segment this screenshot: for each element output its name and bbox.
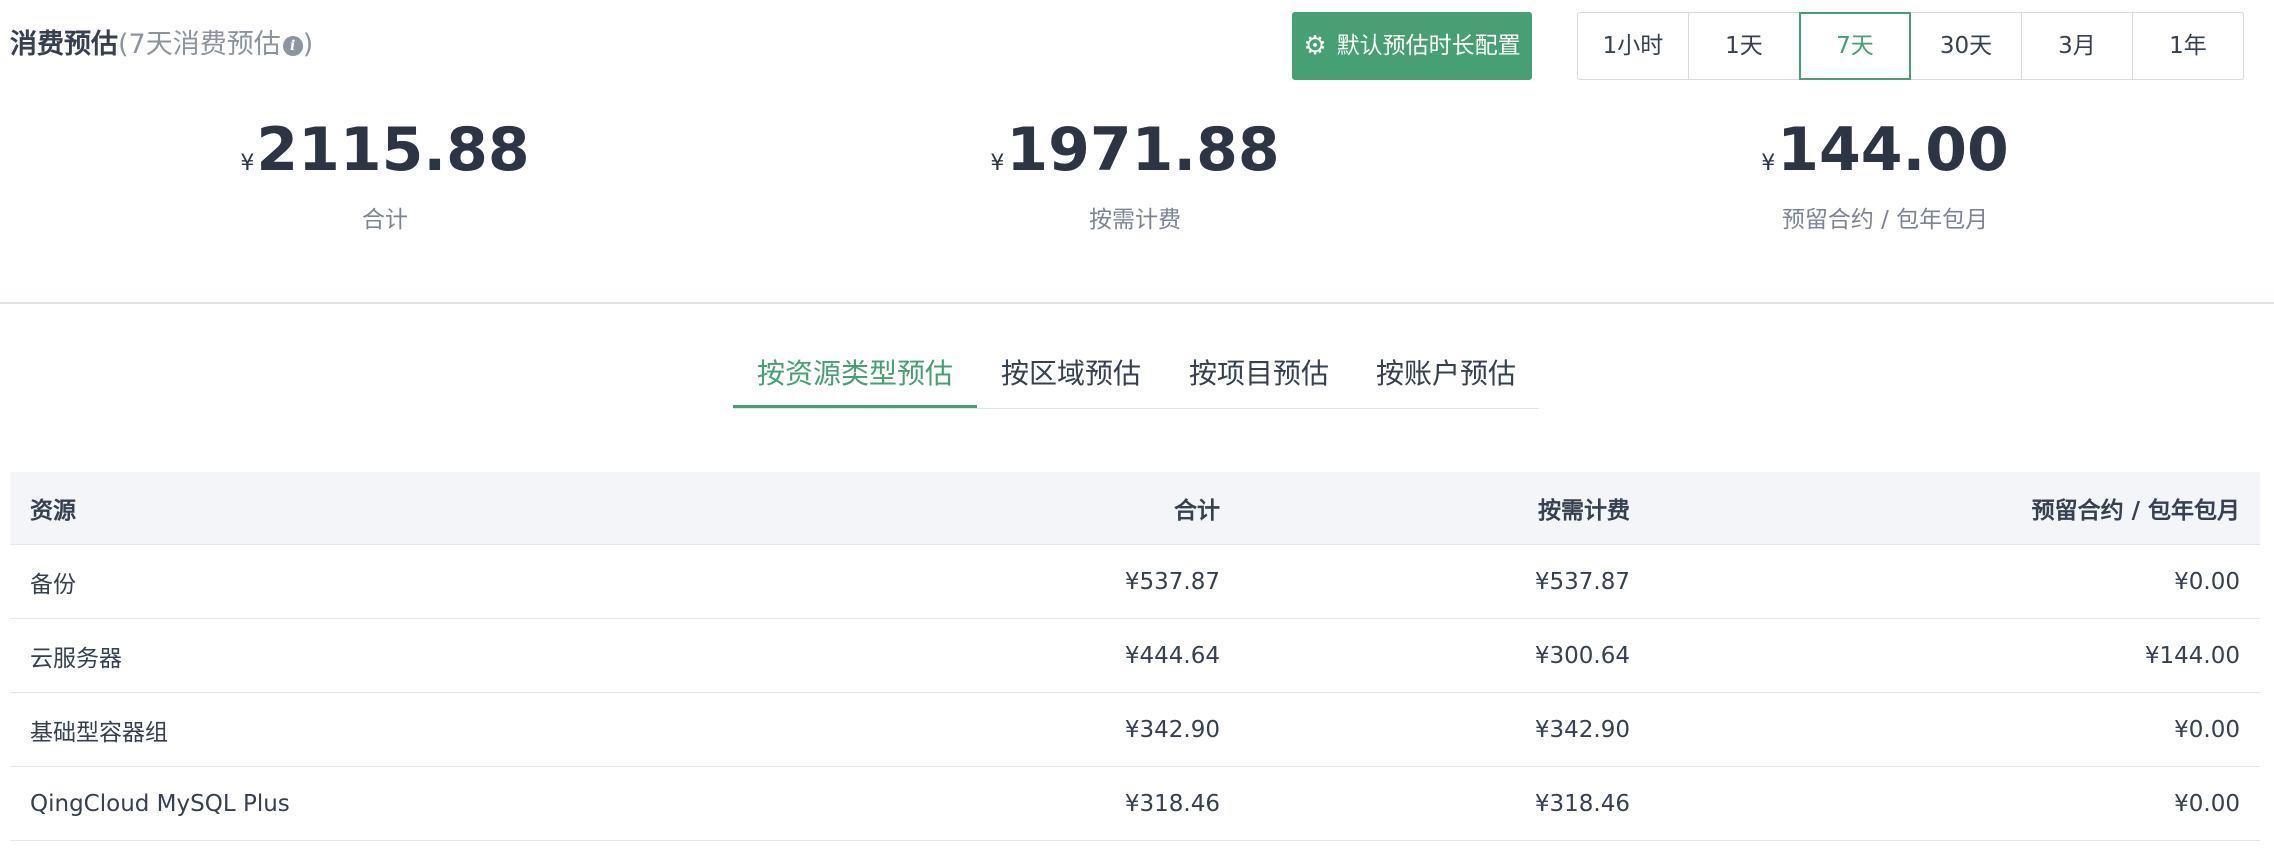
cell-resource: 云服务器 [10, 618, 830, 693]
cell-resource: 备份 [10, 544, 830, 619]
cell-reserved: ¥0.00 [1650, 766, 2260, 841]
on-demand-stat: ¥1971.88 按需计费 [885, 110, 1385, 236]
cell-on-demand: ¥300.64 [1240, 618, 1650, 693]
subtitle-close: ) [302, 29, 314, 60]
resource-cost-table: 资源 合计 按需计费 预留合约 / 包年包月 备份 ¥537.87 ¥537.8… [10, 472, 2260, 841]
tab-by-account[interactable]: 按账户预估 [1353, 352, 1539, 408]
cell-on-demand: ¥318.46 [1240, 766, 1650, 841]
reserved-label: 预留合约 / 包年包月 [1781, 207, 1989, 233]
currency-symbol: ¥ [1761, 151, 1776, 176]
cell-on-demand: ¥537.87 [1240, 544, 1650, 619]
table-header-row: 资源 合计 按需计费 预留合约 / 包年包月 [10, 472, 2260, 545]
total-amount: ¥2115.88 [135, 110, 635, 204]
cell-total: ¥444.64 [830, 618, 1240, 693]
reserved-amount-value: 144.00 [1777, 115, 2009, 185]
range-button-1-day[interactable]: 1天 [1688, 12, 1800, 80]
consumption-estimate-page: 消费预估(7天消费预估 i) ⚙ 默认预估时长配置 1小时 1天 7天 30天 3月… [0, 0, 2274, 850]
cell-total: ¥342.90 [830, 692, 1240, 767]
tab-by-project[interactable]: 按项目预估 [1165, 352, 1353, 408]
gear-icon: ⚙ [1303, 31, 1327, 61]
cell-total: ¥537.87 [830, 544, 1240, 619]
table-row[interactable]: 基础型容器组 ¥342.90 ¥342.90 ¥0.00 [10, 692, 2260, 767]
cell-resource: QingCloud MySQL Plus [10, 766, 830, 841]
info-icon[interactable]: i [282, 36, 303, 56]
range-button-1-hour[interactable]: 1小时 [1577, 12, 1689, 80]
estimate-tabs: 按资源类型预估 按区域预估 按项目预估 按账户预估 [733, 352, 1539, 409]
tab-by-resource-type[interactable]: 按资源类型预估 [733, 352, 977, 408]
cost-summary: ¥2115.88 合计 ¥1971.88 按需计费 ¥144.00 预留合约 /… [0, 110, 2274, 233]
on-demand-amount-value: 1971.88 [1006, 115, 1280, 185]
time-range-selector: 1小时 1天 7天 30天 3月 1年 [1577, 12, 2244, 80]
currency-symbol: ¥ [990, 151, 1005, 176]
page-title: 消费预估(7天消费预估 i) [10, 27, 313, 63]
currency-symbol: ¥ [240, 151, 255, 176]
cell-on-demand: ¥342.90 [1240, 692, 1650, 767]
cell-reserved: ¥0.00 [1650, 544, 2260, 619]
tab-by-region[interactable]: 按区域预估 [977, 352, 1165, 408]
cell-reserved: ¥144.00 [1650, 618, 2260, 693]
subtitle-text: (7天消费预估 [118, 29, 281, 60]
on-demand-label: 按需计费 [1089, 207, 1181, 233]
section-divider [0, 302, 2274, 304]
total-stat: ¥2115.88 合计 [135, 110, 635, 236]
total-label: 合计 [362, 207, 408, 233]
table-row[interactable]: 云服务器 ¥444.64 ¥300.64 ¥144.00 [10, 618, 2260, 693]
range-button-7-days[interactable]: 7天 [1799, 12, 1911, 80]
config-button-label: 默认预估时长配置 [1336, 33, 1521, 59]
total-amount-value: 2115.88 [256, 115, 530, 185]
column-header-on-demand[interactable]: 按需计费 [1240, 472, 1650, 545]
cell-total: ¥318.46 [830, 766, 1240, 841]
reserved-stat: ¥144.00 预留合约 / 包年包月 [1635, 110, 2135, 236]
on-demand-amount: ¥1971.88 [885, 110, 1385, 204]
reserved-amount: ¥144.00 [1635, 110, 2135, 204]
range-button-3-months[interactable]: 3月 [2021, 12, 2133, 80]
column-header-resource[interactable]: 资源 [10, 472, 830, 545]
cell-resource: 基础型容器组 [10, 692, 830, 767]
table-row[interactable]: 备份 ¥537.87 ¥537.87 ¥0.00 [10, 544, 2260, 619]
range-button-30-days[interactable]: 30天 [1910, 12, 2022, 80]
table-row[interactable]: QingCloud MySQL Plus ¥318.46 ¥318.46 ¥0.… [10, 766, 2260, 841]
range-button-1-year[interactable]: 1年 [2132, 12, 2244, 80]
column-header-total[interactable]: 合计 [830, 472, 1240, 545]
title-text: 消费预估 [10, 29, 118, 60]
default-duration-config-button[interactable]: ⚙ 默认预估时长配置 [1292, 12, 1532, 80]
column-header-reserved[interactable]: 预留合约 / 包年包月 [1650, 472, 2260, 545]
cell-reserved: ¥0.00 [1650, 692, 2260, 767]
title-subtitle: (7天消费预估 i) [118, 29, 313, 60]
